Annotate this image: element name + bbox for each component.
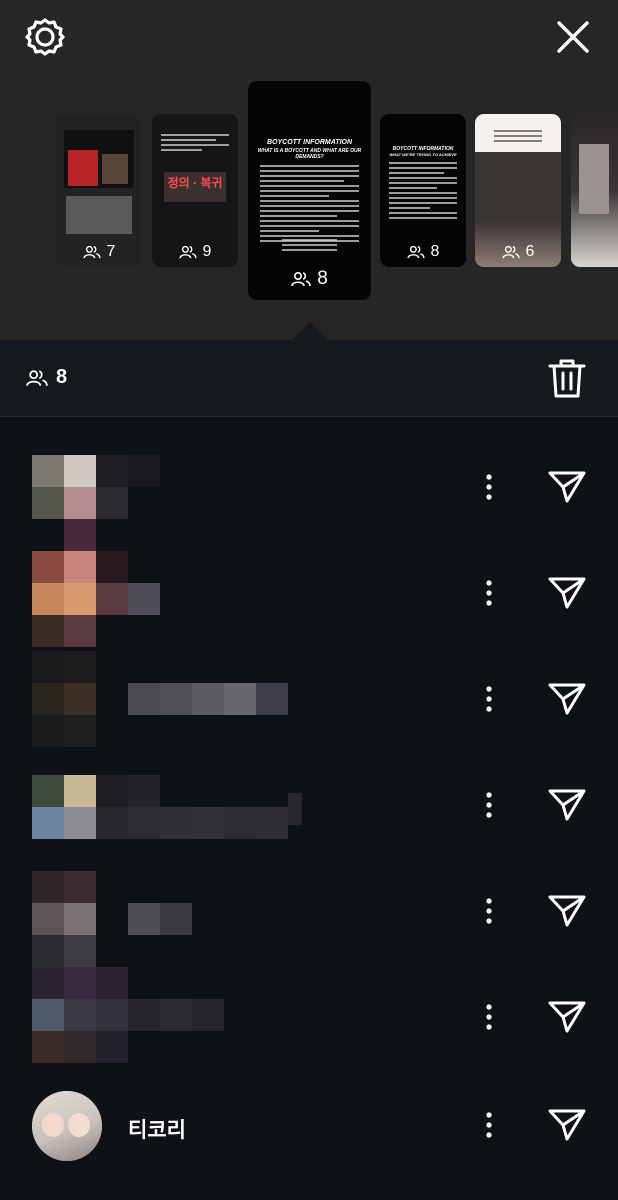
send-button[interactable] [542, 888, 592, 934]
gear-icon [25, 18, 65, 56]
send-icon [548, 895, 586, 927]
more-options-button[interactable] [470, 997, 508, 1037]
story-thumbnail-selected[interactable]: BOYCOTT INFORMATION WHAT IS A BOYCOTT AN… [248, 81, 371, 300]
send-button[interactable] [542, 1102, 592, 1148]
more-options-button[interactable] [470, 467, 508, 507]
people-icon [178, 245, 197, 259]
viewer-count: 6 [475, 243, 561, 261]
viewer-row[interactable] [0, 859, 618, 967]
story-thumbnail[interactable]: BOYCOTT INFORMATION WHAT WE'RE TRYING TO… [380, 114, 466, 267]
avatar [32, 753, 302, 859]
story-thumbnail[interactable]: 6 [475, 114, 561, 267]
viewer-row[interactable] [0, 965, 618, 1071]
close-icon [557, 21, 589, 53]
people-icon [26, 369, 48, 386]
viewer-count: 8 [380, 243, 466, 261]
delete-story-button[interactable] [546, 356, 588, 400]
viewer-row[interactable] [0, 437, 618, 551]
viewers-count: 8 [26, 366, 67, 389]
more-vertical-icon [486, 898, 492, 924]
viewer-row[interactable] [0, 753, 618, 859]
viewers-bar: 8 [0, 340, 618, 417]
avatar [32, 1091, 102, 1161]
story-tray: 7 정의 · 복귀 9 BOYCOTT INFORMATION WHAT IS … [0, 0, 618, 340]
story-thumbnail[interactable]: 정의 · 복귀 9 [152, 114, 238, 267]
send-icon [548, 1109, 586, 1141]
story-thumbnail[interactable]: 7 [56, 114, 142, 267]
viewer-row[interactable] [0, 647, 618, 753]
send-button[interactable] [542, 676, 592, 722]
more-options-button[interactable] [470, 891, 508, 931]
username[interactable]: 티코리 [128, 1114, 186, 1144]
send-icon [548, 683, 586, 715]
avatar [32, 541, 302, 647]
send-button[interactable] [542, 782, 592, 828]
viewer-row[interactable]: 티코리 [0, 1073, 618, 1179]
more-vertical-icon [486, 580, 492, 606]
more-options-button[interactable] [470, 573, 508, 613]
story-thumbnail[interactable] [571, 114, 618, 267]
more-vertical-icon [486, 792, 492, 818]
trash-icon [548, 359, 586, 398]
send-button[interactable] [542, 994, 592, 1040]
more-vertical-icon [486, 686, 492, 712]
story-overlay-text: 정의 · 복귀 [167, 176, 223, 190]
people-icon [82, 245, 101, 259]
avatar [32, 647, 302, 753]
more-options-button[interactable] [470, 679, 508, 719]
avatar [32, 437, 302, 551]
viewer-count: 9 [152, 243, 238, 261]
more-vertical-icon [486, 1112, 492, 1138]
send-icon [548, 1001, 586, 1033]
more-vertical-icon [486, 1004, 492, 1030]
people-icon [406, 245, 425, 259]
story-subtitle: WHAT WE'RE TRYING TO ACHIEVE [389, 152, 457, 157]
send-icon [548, 471, 586, 503]
avatar [32, 965, 302, 1071]
people-icon [501, 245, 520, 259]
send-icon [548, 789, 586, 821]
more-vertical-icon [486, 474, 492, 500]
viewer-row[interactable] [0, 541, 618, 647]
selected-story-pointer [292, 322, 328, 340]
more-options-button[interactable] [470, 785, 508, 825]
viewer-count: 7 [56, 243, 142, 261]
viewer-count: 8 [248, 268, 371, 290]
send-button[interactable] [542, 570, 592, 616]
people-icon [291, 271, 312, 287]
send-button[interactable] [542, 464, 592, 510]
more-options-button[interactable] [470, 1105, 508, 1145]
avatar [32, 859, 302, 967]
story-subtitle: WHAT IS A BOYCOTT AND WHAT ARE OUR DEMAN… [257, 148, 362, 160]
send-icon [548, 577, 586, 609]
close-button[interactable] [548, 12, 598, 62]
settings-button[interactable] [20, 14, 70, 60]
viewer-list: 티코리 [0, 417, 618, 1200]
story-title: BOYCOTT INFORMATION [266, 139, 353, 146]
